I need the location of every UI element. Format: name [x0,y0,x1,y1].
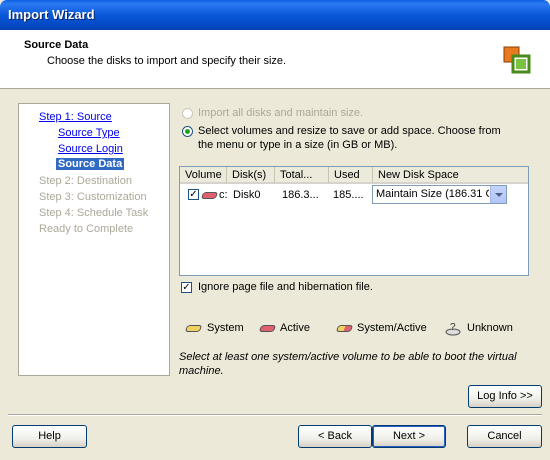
step-source-type-link[interactable]: Source Type [58,127,120,139]
used-cell: 185.... [333,189,364,201]
boot-note-line2: machine. [179,365,224,377]
step-schedule-task: Step 4: Schedule Task [39,207,149,219]
col-used[interactable]: Used [329,167,373,184]
next-button[interactable]: Next > [372,425,446,448]
cancel-button[interactable]: Cancel [467,425,542,448]
system-disk-icon [184,325,203,332]
select-volumes-label-line2: the menu or type in a size (in GB or MB)… [198,139,398,151]
unknown-disk-icon: ? [445,322,461,336]
back-button[interactable]: < Back [298,425,372,448]
legend-unknown: Unknown [467,322,513,334]
steps-panel: Step 1: Source Source Type Source Login … [18,103,170,376]
col-total[interactable]: Total... [275,167,329,184]
ignore-page-file-label: Ignore page file and hibernation file. [198,281,373,293]
volume-c-checkbox[interactable]: ✓ [188,189,199,200]
col-volume[interactable]: Volume [180,167,227,184]
window-title: Import Wizard [8,7,95,22]
boot-note: Select at least one system/active volume… [179,350,529,378]
log-info-button[interactable]: Log Info >> [468,385,542,408]
volumes-table: Volume Disk(s) Total... Used New Disk Sp… [179,166,529,276]
import-wizard-window: Import Wizard Source Data Choose the dis… [0,0,550,460]
page-subtitle: Choose the disks to import and specify t… [47,55,287,67]
total-cell: 186.3... [282,189,319,201]
help-button[interactable]: Help [12,425,87,448]
legend-system-active: System/Active [357,322,427,334]
ignore-page-file-checkbox[interactable]: ✓ [181,282,192,293]
chevron-down-icon[interactable] [490,186,506,203]
svg-text:?: ? [450,322,456,333]
step-customization: Step 3: Customization [39,191,147,203]
active-disk-legend-icon [258,325,277,332]
volume-cell: c: [219,189,228,201]
step-source-data-current: Source Data [56,158,125,170]
new-disk-space-value: Maintain Size (186.31 GB) [376,188,489,200]
wizard-header: Source Data Choose the disks to import a… [0,30,550,89]
new-disk-space-dropdown[interactable]: Maintain Size (186.31 GB) [372,185,507,204]
title-bar[interactable]: Import Wizard [0,0,550,30]
step-ready-to-complete: Ready to Complete [39,223,134,235]
page-title: Source Data [24,39,89,51]
col-new-disk-space[interactable]: New Disk Space [373,167,528,184]
vmware-logo-icon [503,46,531,74]
disk-cell: Disk0 [233,189,261,201]
system-active-disk-icon [335,325,354,332]
boot-note-line1: Select at least one system/active volume… [179,351,517,363]
step-source-link[interactable]: Step 1: Source [39,111,112,123]
legend-active: Active [280,322,310,334]
col-disks[interactable]: Disk(s) [227,167,275,184]
active-disk-icon [200,192,219,199]
footer-separator [8,414,542,416]
import-all-radio [182,108,193,119]
step-source-login-link[interactable]: Source Login [58,143,123,155]
select-volumes-radio[interactable] [182,126,193,137]
select-volumes-label-line1: Select volumes and resize to save or add… [198,125,501,137]
import-all-label: Import all disks and maintain size. [198,107,364,119]
step-destination: Step 2: Destination [39,175,132,187]
legend-system: System [207,322,244,334]
